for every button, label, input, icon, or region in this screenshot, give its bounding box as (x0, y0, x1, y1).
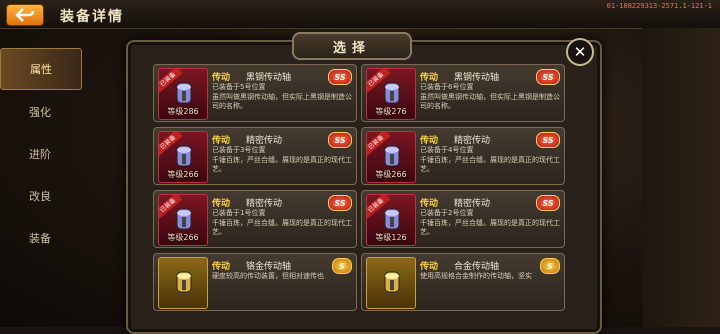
level-label: 等级286 (167, 107, 199, 116)
level-label: 等级276 (375, 107, 407, 116)
equipment-description: 已装备于5号位置 虽然叫做黑钢传动轴，但实际上黑钢是制造公司的名称。 (212, 83, 352, 110)
right-panel-decoration (642, 28, 720, 327)
rarity-badge: SS (328, 195, 352, 211)
drive-shaft-icon (384, 145, 400, 167)
equipment-thumbnail (158, 257, 208, 309)
level-label: 等级266 (167, 170, 199, 179)
level-label: 等级266 (375, 170, 407, 179)
equipment-card[interactable]: 传动 合金传动轴 使用高规格合金制作的传动轴，坚实 S (361, 253, 565, 311)
equipment-name: 精密传动 (246, 136, 283, 146)
equipment-description: 硬度较高的传动装置，但相对速传也 (212, 272, 324, 280)
tab-equip[interactable]: 装备 (0, 218, 80, 258)
equipment-name: 合金传动轴 (454, 262, 500, 272)
equipment-thumbnail: 已装备 等级126 (366, 194, 416, 246)
equipment-card[interactable]: 已装备 等级266 传动 精密传动 已装备于1号位置 千锤百炼，严丝合缝。展现的是… (153, 190, 357, 248)
equipment-card[interactable]: 已装备 等级266 传动 精密传动 已装备于4号位置 千锤百炼，严丝合缝。展现的是… (361, 127, 565, 185)
equipment-type: 传动 (420, 73, 439, 83)
drive-shaft-icon (384, 208, 400, 230)
equipment-type: 传动 (420, 199, 439, 209)
drive-shaft-icon (384, 271, 400, 293)
equipment-card[interactable]: 已装备 等级266 传动 精密传动 已装备于3号位置 千锤百炼，严丝合缝。展现的是… (153, 127, 357, 185)
equipment-name: 精密传动 (246, 199, 283, 209)
sidebar: 属性 强化 进阶 改良 装备 (0, 48, 110, 260)
tab-attributes[interactable]: 属性 (0, 48, 82, 90)
tab-advance[interactable]: 进阶 (0, 134, 80, 174)
equipment-name: 黑钢传动轴 (246, 73, 292, 83)
drive-shaft-icon (176, 145, 192, 167)
level-label: 等级126 (375, 233, 407, 242)
equipment-name: 精密传动 (454, 199, 491, 209)
equipment-thumbnail: 已装备 等级276 (366, 68, 416, 120)
drive-shaft-icon (384, 82, 400, 104)
top-bar: 装备详情 01-108229313-2571.1-121-1 (0, 0, 720, 29)
equipment-type: 传动 (212, 199, 231, 209)
back-arrow-icon (15, 8, 35, 22)
equipment-thumbnail: 已装备 等级286 (158, 68, 208, 120)
equipment-description: 已装备于6号位置 虽然叫做黑钢传动轴，但实际上黑钢是制造公司的名称。 (420, 83, 560, 110)
rarity-badge: SS (536, 69, 560, 85)
rarity-badge: SS (536, 195, 560, 211)
level-label: 等级266 (167, 233, 199, 242)
back-button[interactable] (6, 4, 44, 26)
equipment-type: 传动 (420, 136, 439, 146)
rarity-badge: SS (328, 132, 352, 148)
equipment-thumbnail: 已装备 等级266 (366, 131, 416, 183)
equipment-thumbnail: 已装备 等级266 (158, 194, 208, 246)
tab-modify[interactable]: 改良 (0, 176, 80, 216)
equipment-description: 使用高规格合金制作的传动轴，坚实 (420, 272, 532, 280)
rarity-badge: SS (536, 132, 560, 148)
equipment-type: 传动 (212, 73, 231, 83)
equipment-description: 已装备于2号位置 千锤百炼，严丝合缝。展现的是真正的现代工艺。 (420, 209, 560, 236)
equipment-card[interactable]: 已装备 等级276 传动 黑钢传动轴 已装备于6号位置 虽然叫做黑钢传动轴，但实际… (361, 64, 565, 122)
dialog-title: 选择 (292, 32, 412, 60)
equipment-card[interactable]: 传动 铬金传动轴 硬度较高的传动装置，但相对速传也 S (153, 253, 357, 311)
drive-shaft-icon (176, 271, 192, 293)
equipment-type: 传动 (212, 136, 231, 146)
rarity-badge: SS (328, 69, 352, 85)
equipment-description: 已装备于3号位置 千锤百炼，严丝合缝。展现的是真正的现代工艺。 (212, 146, 352, 173)
drive-shaft-icon (176, 208, 192, 230)
close-icon: ✕ (573, 43, 587, 61)
equipment-card[interactable]: 已装备 等级286 传动 黑钢传动轴 已装备于5号位置 虽然叫做黑钢传动轴，但实际… (153, 64, 357, 122)
equipment-name: 精密传动 (454, 136, 491, 146)
rarity-badge: S (540, 258, 560, 274)
close-button[interactable]: ✕ (566, 38, 594, 66)
equipment-thumbnail (366, 257, 416, 309)
drive-shaft-icon (176, 82, 192, 104)
page-title: 装备详情 (60, 9, 124, 25)
equipment-name: 黑钢传动轴 (454, 73, 500, 83)
equipment-thumbnail: 已装备 等级266 (158, 131, 208, 183)
equipment-type: 传动 (420, 262, 439, 272)
equipment-description: 已装备于4号位置 千锤百炼，严丝合缝。展现的是真正的现代工艺。 (420, 146, 560, 173)
equipment-name: 铬金传动轴 (246, 262, 292, 272)
equipment-type: 传动 (212, 262, 231, 272)
tab-enhance[interactable]: 强化 (0, 92, 80, 132)
build-id: 01-108229313-2571.1-121-1 (606, 2, 712, 10)
equipment-card[interactable]: 已装备 等级126 传动 精密传动 已装备于2号位置 千锤百炼，严丝合缝。展现的是… (361, 190, 565, 248)
equipment-description: 已装备于1号位置 千锤百炼，严丝合缝。展现的是真正的现代工艺。 (212, 209, 352, 236)
rarity-badge: S (332, 258, 352, 274)
